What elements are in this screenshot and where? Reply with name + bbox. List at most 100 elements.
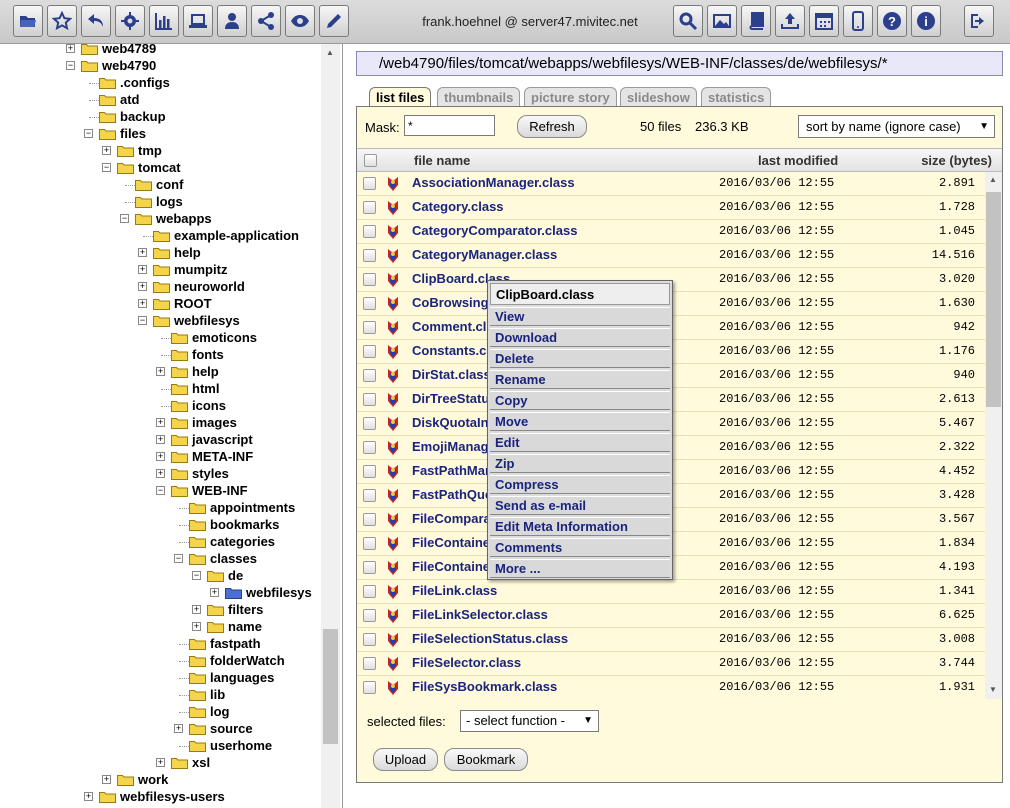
row-checkbox[interactable] [363, 345, 376, 358]
row-checkbox[interactable] [363, 465, 376, 478]
row-checkbox[interactable] [363, 393, 376, 406]
expand-icon[interactable]: + [192, 605, 201, 614]
column-last-modified[interactable]: last modified [758, 153, 838, 168]
file-name-link[interactable]: FileLinkSelector.class [412, 607, 548, 622]
file-name-link[interactable]: Comment.cl [412, 319, 486, 334]
file-name-link[interactable]: DirTreeStatu [412, 391, 489, 406]
scroll-up-icon[interactable]: ▲ [989, 175, 997, 184]
collapse-icon[interactable]: − [120, 214, 129, 223]
expand-icon[interactable]: + [138, 248, 147, 257]
row-checkbox[interactable] [363, 369, 376, 382]
refresh-button[interactable]: Refresh [517, 115, 587, 138]
context-menu-item[interactable]: Rename [490, 370, 670, 389]
info-icon[interactable]: i [911, 5, 941, 37]
expand-icon[interactable]: + [156, 418, 165, 427]
tree-scroll-thumb[interactable] [323, 629, 338, 744]
row-checkbox[interactable] [363, 633, 376, 646]
star-icon[interactable] [47, 5, 77, 37]
file-name-link[interactable]: FastPathQue [412, 487, 492, 502]
scroll-up-icon[interactable]: ▲ [326, 48, 334, 57]
column-size[interactable]: size (bytes) [921, 153, 992, 168]
expand-icon[interactable]: + [84, 792, 93, 801]
context-menu-item[interactable]: Copy [490, 391, 670, 410]
context-menu-item[interactable]: Zip [490, 454, 670, 473]
file-name-link[interactable]: DirStat.class [412, 367, 491, 382]
row-checkbox[interactable] [363, 537, 376, 550]
expand-icon[interactable]: + [156, 367, 165, 376]
context-menu-item[interactable]: Compress [490, 475, 670, 494]
gear-icon[interactable] [115, 5, 145, 37]
expand-icon[interactable]: + [102, 146, 111, 155]
collapse-icon[interactable]: − [138, 316, 147, 325]
table-row[interactable]: FileSelectionStatus.class 2016/03/06 12:5… [357, 628, 985, 652]
table-row[interactable]: FileSelector.class 2016/03/06 12:55 3.744 [357, 652, 985, 676]
tree-scrollbar[interactable]: ▲ [321, 44, 340, 808]
row-checkbox[interactable] [363, 609, 376, 622]
share-icon[interactable] [251, 5, 281, 37]
mobile-icon[interactable] [843, 5, 873, 37]
tab-list-files[interactable]: list files [369, 87, 432, 108]
expand-icon[interactable]: + [66, 44, 75, 53]
upload-button[interactable]: Upload [373, 748, 438, 771]
row-checkbox[interactable] [363, 657, 376, 670]
function-select[interactable]: - select function - ▼ [460, 710, 599, 732]
expand-icon[interactable]: + [156, 435, 165, 444]
row-checkbox[interactable] [363, 585, 376, 598]
file-name-link[interactable]: FileSelector.class [412, 655, 521, 670]
mask-input[interactable] [404, 115, 495, 136]
file-name-link[interactable]: CategoryManager.class [412, 247, 557, 262]
bar-chart-icon[interactable] [149, 5, 179, 37]
expand-icon[interactable]: + [156, 469, 165, 478]
file-name-link[interactable]: FileContaine [412, 559, 490, 574]
search-icon[interactable] [673, 5, 703, 37]
file-name-link[interactable]: Constants.cl [412, 343, 490, 358]
file-name-link[interactable]: Category.class [412, 199, 504, 214]
folder-open-icon[interactable] [13, 5, 43, 37]
table-row[interactable]: FileSysBookmark.class 2016/03/06 12:55 1.9… [357, 676, 985, 699]
list-scrollbar[interactable]: ▲ ▼ [985, 172, 1002, 699]
file-name-link[interactable]: FileSysBookmark.class [412, 679, 557, 694]
sort-select[interactable]: sort by name (ignore case) ▼ [798, 115, 995, 138]
file-name-link[interactable]: FileLink.class [412, 583, 497, 598]
row-checkbox[interactable] [363, 297, 376, 310]
logout-icon[interactable] [964, 5, 994, 37]
row-checkbox[interactable] [363, 321, 376, 334]
file-name-link[interactable]: AssociationManager.class [412, 175, 575, 190]
expand-icon[interactable]: + [174, 724, 183, 733]
file-name-link[interactable]: FileCompara [412, 511, 491, 526]
context-menu-item[interactable]: Edit [490, 433, 670, 452]
help-icon[interactable]: ? [877, 5, 907, 37]
collapse-icon[interactable]: − [84, 129, 93, 138]
tab-statistics[interactable]: statistics [701, 87, 772, 107]
context-menu-item[interactable]: Move [490, 412, 670, 431]
bookmark-button[interactable]: Bookmark [444, 748, 528, 771]
tab-thumbnails[interactable]: thumbnails [437, 87, 521, 107]
file-name-link[interactable]: CoBrowsing [412, 295, 489, 310]
file-name-link[interactable]: EmojiManag [412, 439, 489, 454]
context-menu-item[interactable]: View [490, 307, 670, 326]
undo-icon[interactable] [81, 5, 111, 37]
row-checkbox[interactable] [363, 417, 376, 430]
row-checkbox[interactable] [363, 249, 376, 262]
tab-slideshow[interactable]: slideshow [620, 87, 697, 107]
table-row[interactable]: AssociationManager.class 2016/03/06 12:55… [357, 172, 985, 196]
pencil-icon[interactable] [319, 5, 349, 37]
column-file-name[interactable]: file name [414, 153, 470, 168]
list-scroll-thumb[interactable] [986, 192, 1001, 407]
table-row[interactable]: Category.class 2016/03/06 12:55 1.728 [357, 196, 985, 220]
collapse-icon[interactable]: − [192, 571, 201, 580]
collapse-icon[interactable]: − [102, 163, 111, 172]
expand-icon[interactable]: + [102, 775, 111, 784]
file-name-link[interactable]: FileContaine [412, 535, 490, 550]
table-row[interactable]: FileLinkSelector.class 2016/03/06 12:55 6.… [357, 604, 985, 628]
row-checkbox[interactable] [363, 273, 376, 286]
expand-icon[interactable]: + [138, 299, 147, 308]
context-menu-item[interactable]: Delete [490, 349, 670, 368]
file-name-link[interactable]: FastPathMar [412, 463, 490, 478]
select-all-checkbox[interactable] [364, 154, 377, 167]
collapse-icon[interactable]: − [174, 554, 183, 563]
upload-icon[interactable] [775, 5, 805, 37]
file-name-link[interactable]: CategoryComparator.class [412, 223, 577, 238]
row-checkbox[interactable] [363, 177, 376, 190]
scroll-down-icon[interactable]: ▼ [989, 685, 997, 694]
